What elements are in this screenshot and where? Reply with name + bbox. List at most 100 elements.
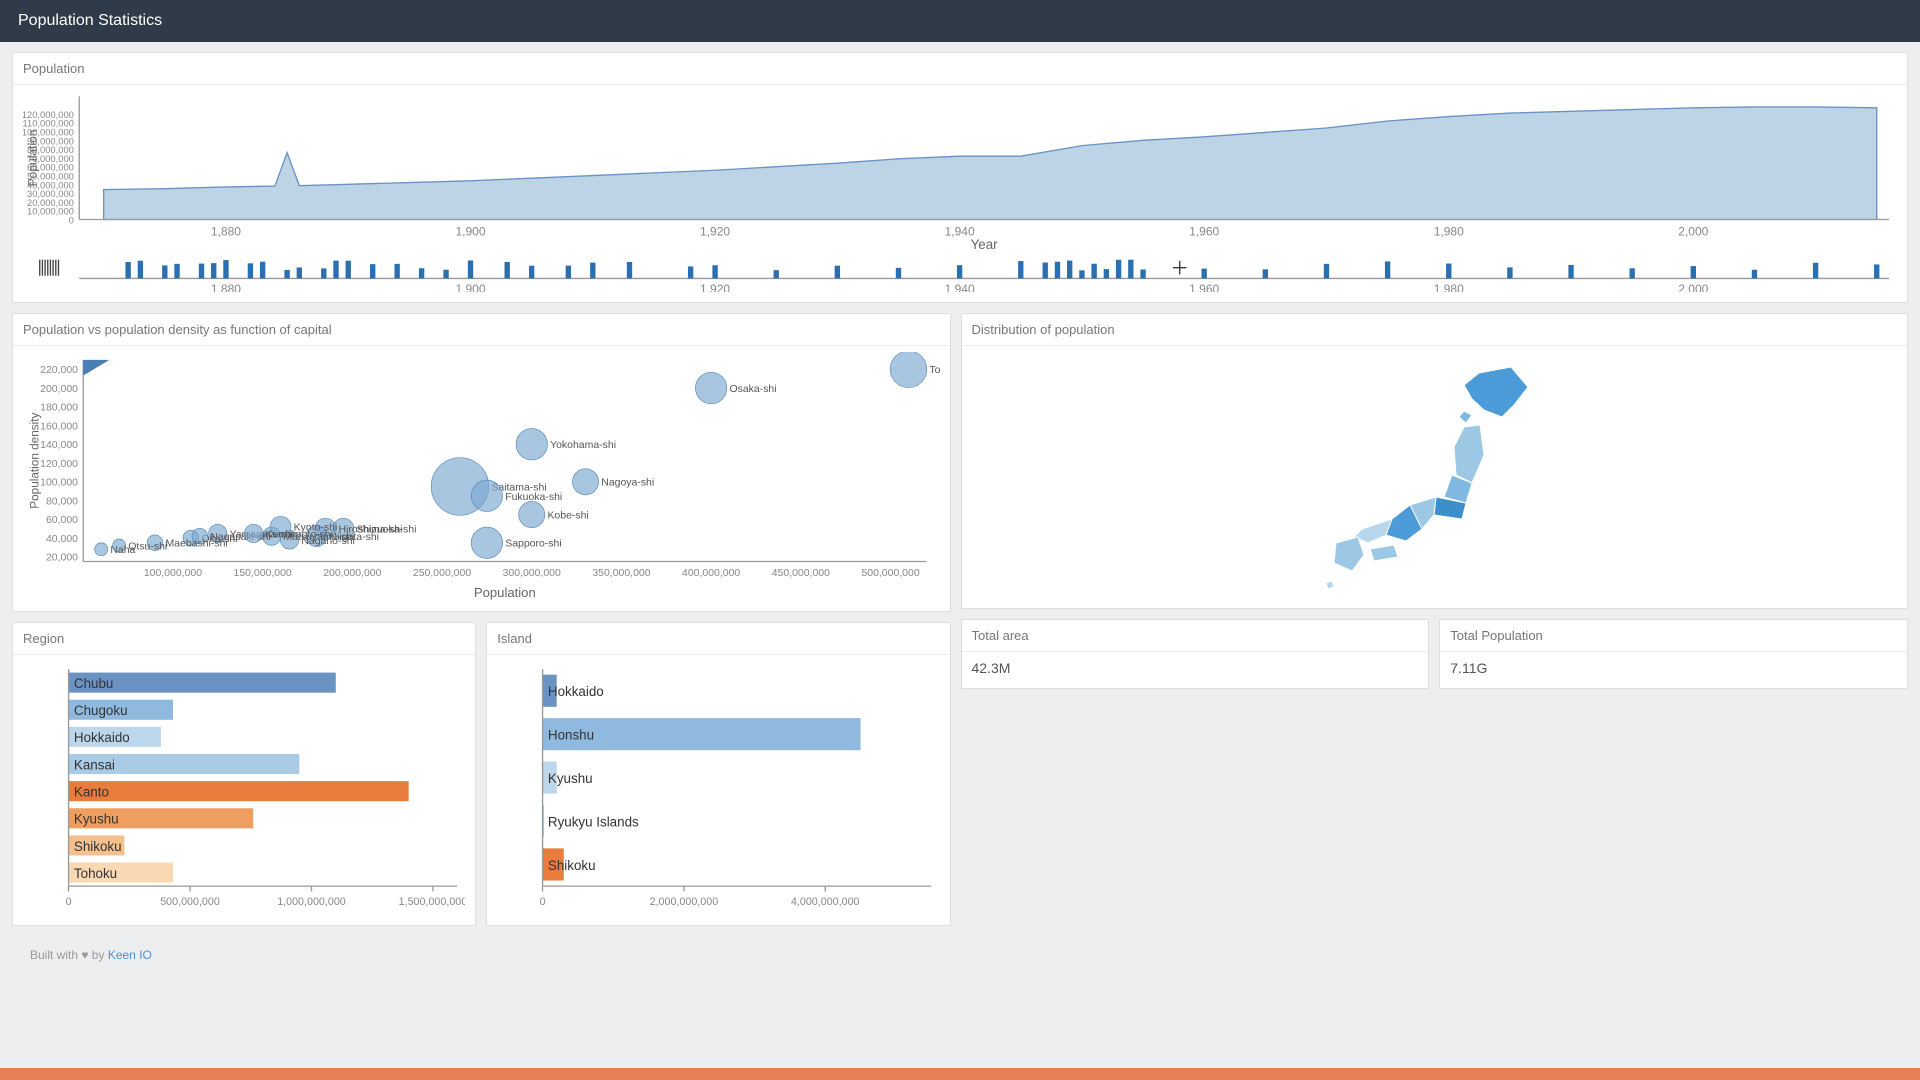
svg-text:20,000,000: 20,000,000: [27, 198, 74, 208]
svg-text:100,000,000: 100,000,000: [144, 568, 202, 579]
svg-text:10,000,000: 10,000,000: [27, 207, 74, 217]
footer: Built with ♥ by Keen IO: [12, 936, 1908, 974]
svg-text:1,960: 1,960: [1189, 225, 1219, 239]
svg-text:4,000,000,000: 4,000,000,000: [791, 895, 860, 907]
footer-text: Built with ♥ by: [30, 948, 108, 962]
svg-text:Population: Population: [25, 129, 39, 186]
svg-text:100,000: 100,000: [40, 477, 78, 488]
svg-text:1,880: 1,880: [211, 282, 241, 292]
svg-text:120,000,000: 120,000,000: [23, 110, 74, 120]
svg-text:20,000: 20,000: [46, 553, 78, 564]
svg-text:1,900: 1,900: [455, 282, 485, 292]
panel-scatter-body: 20,000 40,000 60,000 80,000 100,000 120,000 14…: [13, 346, 950, 611]
japan-map[interactable]: [1314, 355, 1554, 595]
panel-population-title: Population: [13, 53, 1907, 85]
stat-area-label: Total area: [962, 620, 1429, 652]
svg-text:140,000: 140,000: [40, 440, 78, 451]
svg-text:Fukuoka-shi: Fukuoka-shi: [505, 492, 562, 503]
page-title: Population Statistics: [18, 12, 162, 29]
svg-text:Hokkaido: Hokkaido: [548, 684, 604, 699]
svg-text:Kansai: Kansai: [74, 757, 115, 772]
svg-text:1,500,000,000: 1,500,000,000: [399, 895, 466, 907]
panel-population: Population 010,000,00020,000,00030,000,0…: [12, 52, 1908, 303]
svg-text:30,000,000: 30,000,000: [27, 189, 74, 199]
svg-text:1,900: 1,900: [455, 225, 485, 239]
header-bar: Population Statistics: [0, 0, 1920, 42]
panel-region-title: Region: [13, 623, 475, 655]
svg-text:500,000,000: 500,000,000: [160, 895, 220, 907]
svg-text:Chubu: Chubu: [74, 676, 113, 691]
svg-text:1,960: 1,960: [1189, 282, 1219, 292]
svg-text:Ryukyu Islands: Ryukyu Islands: [548, 814, 639, 829]
svg-text:Chugoku: Chugoku: [74, 703, 128, 718]
svg-text:220,000: 220,000: [40, 365, 78, 376]
panel-island-title: Island: [487, 623, 949, 655]
chart-scatter[interactable]: 20,000 40,000 60,000 80,000 100,000 120,000 14…: [23, 352, 940, 601]
svg-text:Nagoya-shi: Nagoya-shi: [601, 477, 654, 488]
svg-text:40,000: 40,000: [46, 534, 78, 545]
svg-text:Honshu: Honshu: [548, 727, 594, 742]
svg-text:250,000,000: 250,000,000: [413, 568, 471, 579]
svg-text:Kobe-shi: Kobe-shi: [547, 510, 588, 521]
panel-island: Island Hokkaido Honshu Kyushu Ryukyu Island…: [486, 622, 950, 927]
svg-text:150,000,000: 150,000,000: [234, 568, 292, 579]
svg-text:Hokkaido: Hokkaido: [74, 730, 130, 745]
stat-area: Total area 42.3M: [961, 619, 1430, 689]
svg-text:Yokohama-shi: Yokohama-shi: [550, 440, 616, 451]
svg-text:450,000,000: 450,000,000: [772, 568, 830, 579]
svg-text:1,920: 1,920: [700, 225, 730, 239]
svg-text:1,880: 1,880: [211, 225, 241, 239]
svg-text:80,000: 80,000: [46, 496, 78, 507]
chart-population-area[interactable]: 010,000,00020,000,00030,000,00040,000,00…: [23, 91, 1897, 292]
svg-text:500,000,000: 500,000,000: [861, 568, 919, 579]
svg-text:60,000: 60,000: [46, 515, 78, 526]
panel-map-title: Distribution of population: [962, 314, 1907, 346]
svg-text:Tohoku: Tohoku: [74, 865, 117, 880]
panel-map-body: [962, 346, 1907, 608]
chart-island-bar[interactable]: Hokkaido Honshu Kyushu Ryukyu Islands Shikok…: [497, 661, 939, 916]
svg-text:110,000,000: 110,000,000: [23, 119, 74, 129]
svg-text:Maebashi-shi: Maebashi-shi: [165, 538, 227, 549]
svg-text:160,000: 160,000: [40, 421, 78, 432]
svg-text:Population density: Population density: [29, 412, 42, 508]
svg-text:Tokyo: Tokyo: [929, 365, 939, 376]
svg-text:180,000: 180,000: [40, 402, 78, 413]
svg-text:1,000,000,000: 1,000,000,000: [277, 895, 346, 907]
svg-text:Kanto: Kanto: [74, 784, 109, 799]
bottom-accent-bar: [0, 1068, 1920, 1080]
svg-text:1,980: 1,980: [1434, 282, 1464, 292]
svg-text:2,000: 2,000: [1678, 225, 1708, 239]
svg-text:1,920: 1,920: [700, 282, 730, 292]
svg-text:Naha: Naha: [110, 545, 135, 556]
svg-text:1,940: 1,940: [945, 282, 975, 292]
svg-text:200,000,000: 200,000,000: [323, 568, 381, 579]
svg-text:Kumamoto-shi: Kumamoto-shi: [265, 529, 333, 540]
panel-population-body: 010,000,00020,000,00030,000,00040,000,00…: [13, 85, 1907, 302]
svg-text:200,000: 200,000: [40, 384, 78, 395]
panel-map: Distribution of population: [961, 313, 1908, 609]
svg-text:350,000,000: 350,000,000: [592, 568, 650, 579]
svg-text:Population: Population: [474, 585, 536, 600]
footer-link[interactable]: Keen IO: [108, 948, 152, 962]
panel-island-body: Hokkaido Honshu Kyushu Ryukyu Islands Shikok…: [487, 655, 949, 926]
svg-text:Year: Year: [971, 237, 999, 252]
chart-region-bar[interactable]: ChubuChugokuHokkaidoKansaiKantoKyushuShi…: [23, 661, 465, 916]
svg-text:Shikoku: Shikoku: [548, 857, 596, 872]
stat-area-value: 42.3M: [962, 652, 1429, 688]
svg-text:Shikoku: Shikoku: [74, 838, 122, 853]
svg-text:0: 0: [540, 895, 546, 907]
page-content: Population 010,000,00020,000,00030,000,0…: [0, 42, 1920, 984]
svg-text:0: 0: [66, 895, 72, 907]
stat-population: Total Population 7.11G: [1439, 619, 1908, 689]
svg-text:Kyushu: Kyushu: [548, 770, 593, 785]
svg-text:Sapporo-shi: Sapporo-shi: [505, 538, 561, 549]
panel-region: Region ChubuChugokuHokkaidoKansaiKantoKy…: [12, 622, 476, 927]
svg-text:1,980: 1,980: [1434, 225, 1464, 239]
svg-text:Osaka-shi: Osaka-shi: [729, 384, 776, 395]
svg-text:120,000: 120,000: [40, 459, 78, 470]
stat-pop-label: Total Population: [1440, 620, 1907, 652]
svg-text:0: 0: [69, 216, 74, 226]
panel-region-body: ChubuChugokuHokkaidoKansaiKantoKyushuShi…: [13, 655, 475, 926]
svg-text:2,000,000,000: 2,000,000,000: [650, 895, 719, 907]
svg-text:300,000,000: 300,000,000: [503, 568, 561, 579]
